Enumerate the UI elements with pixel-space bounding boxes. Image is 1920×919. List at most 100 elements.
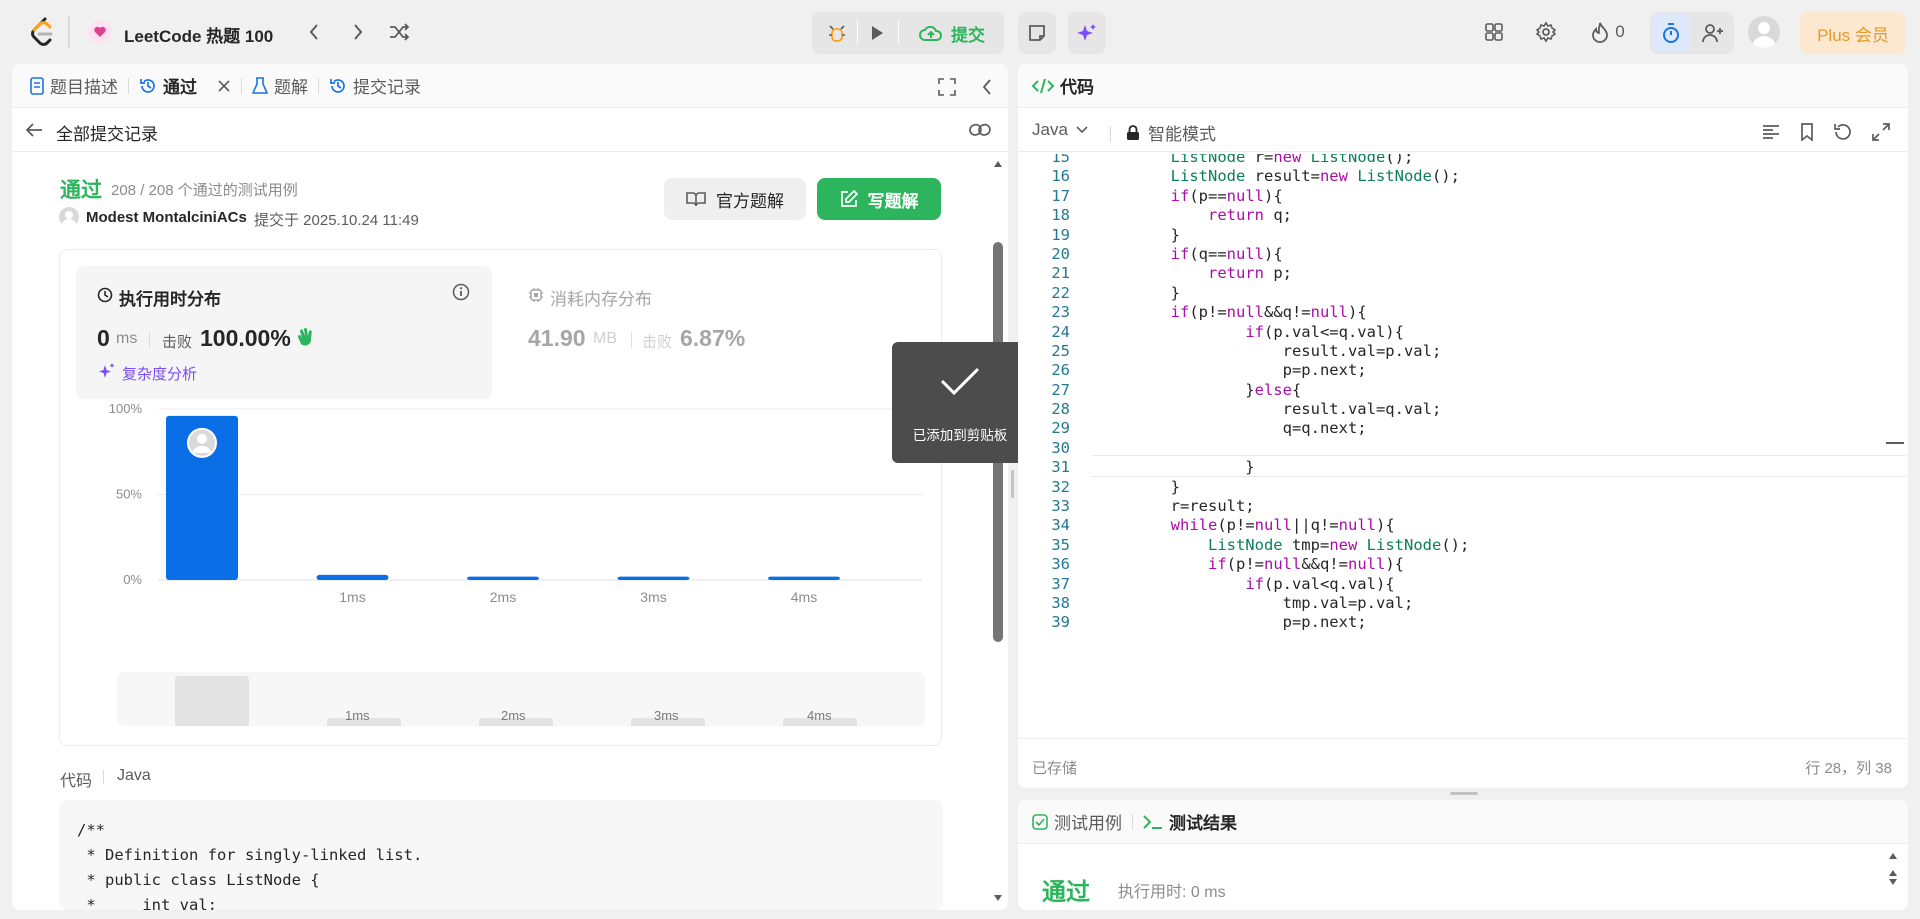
code-text: ListNode result=new ListNode(); [1170,167,1460,186]
random-problem-button[interactable] [386,18,414,46]
console-panel: 测试用例 测试结果 通过 执行用时: 0 ms [1018,800,1908,910]
collapse-button[interactable] [976,76,998,98]
runtime-value: 0 [97,325,110,351]
official-solution-label: 官方题解 [716,191,784,211]
bar-3ms [617,576,690,580]
leetcode-logo[interactable] [24,14,60,50]
code-text: } [1096,458,1255,477]
note-button[interactable] [1018,12,1056,54]
reset-icon[interactable] [1834,123,1852,141]
format-icon[interactable] [1762,124,1780,140]
bookmark-icon[interactable] [1800,123,1814,141]
memory-value: 41.90 [528,325,586,351]
runtime-beats-label: 击败 [162,334,193,351]
chart-range-slider[interactable]: 1ms 2ms 3ms 4ms [117,672,925,726]
tab-solutions-label: 题解 [274,78,308,97]
language-select-value: Java [1032,120,1068,139]
avatar-icon [1752,22,1776,48]
line-number: 32 [1051,477,1070,496]
code-line: 26 p=p.next; [1018,361,1886,380]
memory-beats-value: 6.87% [680,325,746,351]
edit-icon [840,190,858,207]
runtime-distribution-chart[interactable]: 100% 50% 0% 1ms 2ms 3ms 4ms [72,404,932,644]
fullscreen-icon[interactable] [1872,123,1890,141]
minimap-label: 3ms [654,708,679,723]
code-section-label: 代码 [60,773,93,790]
code-line: 38 tmp.val=p.val; [1018,594,1886,613]
maximize-button[interactable] [936,76,958,98]
add-user-icon [1702,24,1723,43]
invite-button[interactable] [1694,14,1732,52]
smart-mode-toggle[interactable]: 智能模式 [1126,120,1216,145]
submitted-code-block[interactable]: /** * Definition for singly-linked list.… [59,800,943,910]
avatar-icon [61,211,77,227]
tab-testcase[interactable]: 测试用例 [1018,800,1132,844]
top-bar: LeetCode 热题 100 提交 0 Plus 会员 [0,0,1920,64]
code-line: 22 } [1018,284,1886,303]
author-avatar[interactable] [59,207,79,227]
user-avatar[interactable] [1748,16,1780,48]
tab-submissions[interactable]: 提交记录 [319,64,431,108]
plus-membership-button[interactable]: Plus 会员 [1800,12,1906,54]
layout-button[interactable] [1480,18,1508,46]
official-solution-button[interactable]: 官方题解 [664,178,806,220]
minimap-label: 4ms [807,708,832,723]
settings-button[interactable] [1532,18,1560,46]
lock-icon [1127,124,1139,140]
code-line: 37 if(p.val<q.val){ [1018,575,1886,594]
ai-assistant-button[interactable] [1068,12,1106,54]
language-select[interactable]: Java [1032,120,1088,140]
submit-label: 提交 [951,25,985,45]
share-link-button[interactable] [968,118,992,142]
line-number: 16 [1051,167,1070,186]
submit-button[interactable]: 提交 [904,16,1000,50]
console-scroll-arrows-icon[interactable] [1888,852,1898,886]
write-solution-label: 写题解 [867,191,919,211]
tab-solutions[interactable]: 题解 [242,64,318,108]
result-status: 通过 [60,179,102,202]
code-line: /** [77,821,105,839]
line-number: 19 [1051,225,1070,244]
runtime-unit: ms [116,330,138,347]
panel-resize-handle[interactable] [1011,470,1014,498]
next-problem-button[interactable] [344,18,372,46]
code-text: result.val=p.val; [1096,341,1442,360]
write-solution-button[interactable]: 写题解 [817,178,941,220]
scroll-down-icon [994,895,1002,901]
streak-counter[interactable]: 0 [1582,18,1634,46]
tab-description-label: 题目描述 [50,78,118,97]
study-plan-icon[interactable] [88,20,112,44]
back-label[interactable]: 全部提交记录 [56,120,158,145]
run-button[interactable] [860,16,894,50]
code-line: 25 result.val=p.val; [1018,342,1886,361]
stopwatch-icon [1663,23,1679,43]
play-icon [872,26,883,40]
code-text: return p; [1207,264,1292,283]
code-line: 28 result.val=q.val; [1018,400,1886,419]
back-button[interactable] [22,118,46,142]
line-number: 27 [1051,380,1070,399]
code-line: 15 ListNode r=new ListNode(); [1018,154,1886,167]
line-number: 18 [1051,206,1070,225]
study-plan-title[interactable]: LeetCode 热题 100 [124,22,273,47]
code-line: 23 if(p!=null&&q!=null){ [1018,303,1886,322]
complexity-analysis-link[interactable]: 复杂度分析 [122,363,197,384]
console-resize-handle[interactable] [1450,792,1478,795]
left-scrollbar[interactable] [990,156,1006,908]
y-tick-label: 100% [109,404,143,416]
code-text: if(q==null){ [1170,244,1283,263]
line-number: 39 [1051,613,1070,632]
prev-problem-button[interactable] [300,18,328,46]
tab-description[interactable]: 题目描述 [20,64,128,108]
tab-code[interactable]: 代码 [1018,64,1104,108]
info-icon[interactable] [452,283,470,301]
code-area[interactable]: 15 ListNode r=new ListNode(); 16 ListNode… [1018,154,1908,730]
line-number: 35 [1051,535,1070,554]
tab-accepted[interactable]: 通过 [129,64,241,108]
debug-button[interactable] [820,16,854,50]
author-name[interactable]: Modest MontalciniACs [86,209,247,226]
close-icon[interactable] [217,79,231,93]
tab-test-result[interactable]: 测试结果 [1133,800,1247,844]
code-line: * public class ListNode { [77,871,320,889]
timer-button[interactable] [1652,14,1690,52]
